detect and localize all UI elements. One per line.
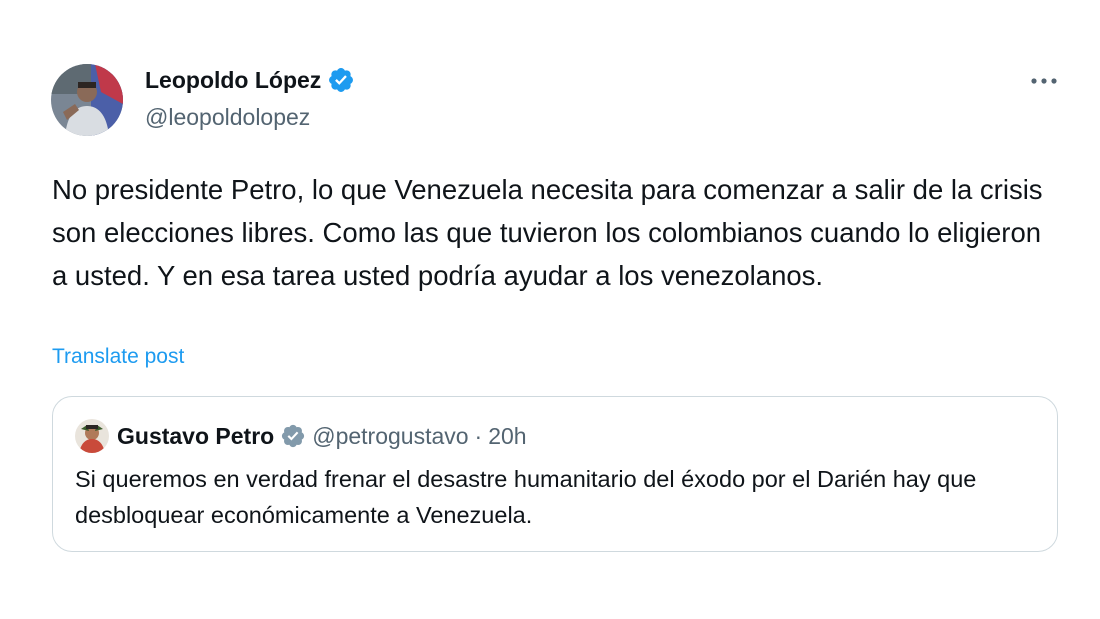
author-photo: [51, 64, 123, 136]
quoted-author-photo: [75, 419, 109, 453]
separator-dot: ·: [474, 422, 483, 449]
quoted-post-header: Gustavo Petro @petrogustavo · 20h: [75, 419, 527, 453]
quoted-verified-badge-icon: [280, 423, 306, 449]
quoted-post-card[interactable]: Gustavo Petro @petrogustavo · 20h Si que…: [52, 396, 1058, 552]
author-name-row: Leopoldo López: [145, 66, 355, 94]
quoted-author-avatar[interactable]: [75, 419, 109, 453]
quoted-author-display-name[interactable]: Gustavo Petro: [117, 423, 274, 450]
author-handle[interactable]: @leopoldolopez: [145, 104, 310, 131]
author-avatar[interactable]: [51, 64, 123, 136]
quoted-author-handle[interactable]: @petrogustavo: [312, 423, 468, 450]
author-display-name[interactable]: Leopoldo López: [145, 67, 321, 94]
translate-post-link[interactable]: Translate post: [52, 345, 184, 369]
more-options-button[interactable]: [1024, 66, 1064, 96]
tweet: Leopoldo López @leopoldolopez No preside…: [0, 0, 1100, 619]
quoted-post-time[interactable]: 20h: [488, 423, 526, 450]
post-text: No presidente Petro, lo que Venezuela ne…: [52, 174, 1043, 291]
more-dots-icon: [1031, 78, 1057, 84]
verified-badge-icon: [327, 66, 355, 94]
quoted-post-text: Si queremos en verdad frenar el desastre…: [75, 466, 977, 528]
